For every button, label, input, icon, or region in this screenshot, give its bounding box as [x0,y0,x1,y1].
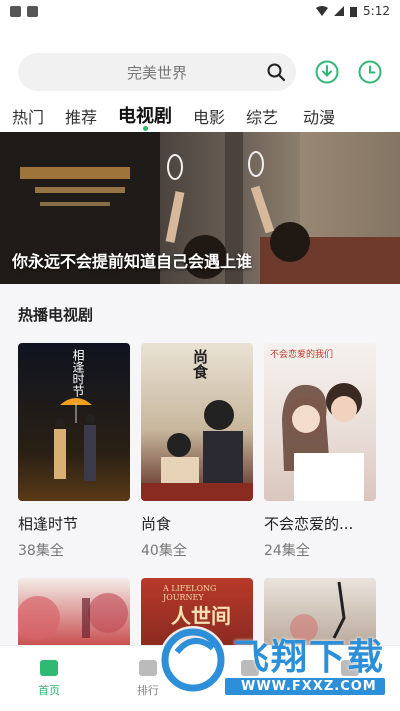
status-bar: 5:12 [0,0,400,22]
home-icon [40,660,58,676]
drama-card[interactable]: 尚食 尚食 40集全 [141,343,253,560]
drama-episodes: 24集全 [264,543,310,559]
site-watermark: 飞翔下载 WWW.FXXZ.COM [155,622,387,697]
search-text: 完美世界 [126,63,187,82]
poster-title-text: 相逢时节 [71,349,85,397]
search-icon[interactable] [266,62,286,82]
tab-variety[interactable]: 综艺 [246,104,278,128]
tab-hot[interactable]: 热门 [12,104,44,128]
active-tab-indicator [143,126,148,131]
signal-icon [334,6,345,16]
drama-title: 尚食 [141,515,172,533]
gallery-notification-icon [10,5,21,17]
drama-episodes: 38集全 [18,543,64,559]
poster-title-text: 不会恋爱的我们 [270,350,334,360]
banner-caption: 你永远不会提前知道自己会遇上谁 [12,252,253,271]
tab-movies[interactable]: 电影 [193,104,225,128]
drama-card[interactable]: 相逢时节 相逢时节 38集全 [18,343,130,560]
search-bar[interactable]: 完美世界 [18,53,296,91]
poster-art [282,383,364,501]
section-title: 热播电视剧 [18,306,94,324]
nav-home[interactable]: 首页 [19,660,79,698]
drama-poster[interactable]: 尚食 [141,343,253,501]
app-notification-icon [27,5,38,17]
download-icon[interactable] [315,60,339,84]
drama-poster[interactable]: 相逢时节 [18,343,130,501]
drama-title: 相逢时节 [18,515,79,533]
nav-home-label: 首页 [38,684,60,697]
watermark-title: 飞翔下载 [233,637,386,678]
drama-poster[interactable]: 不会恋爱的我们 [264,343,376,501]
drama-poster[interactable] [18,578,130,648]
watermark-url: WWW.FXXZ.COM [241,679,377,694]
status-time: 5:12 [363,4,390,18]
tab-recommend[interactable]: 推荐 [65,104,97,128]
drama-title: 不会恋爱的... [264,515,354,533]
wifi-icon [316,6,329,16]
battery-icon [350,6,358,17]
drama-episodes: 40集全 [141,543,187,559]
featured-banner[interactable]: 你永远不会提前知道自己会遇上谁 [0,132,400,284]
poster-art [18,593,128,640]
tab-anime[interactable]: 动漫 [303,104,335,128]
drama-card[interactable]: 不会恋爱的我们 不会恋爱的... 24集全 [264,343,376,560]
category-tabs: 热门 推荐 电视剧 电影 综艺 动漫 [0,98,400,130]
history-icon[interactable] [358,60,382,84]
poster-title-text: 尚食 [191,349,209,379]
tab-tv-series[interactable]: 电视剧 [118,102,172,128]
